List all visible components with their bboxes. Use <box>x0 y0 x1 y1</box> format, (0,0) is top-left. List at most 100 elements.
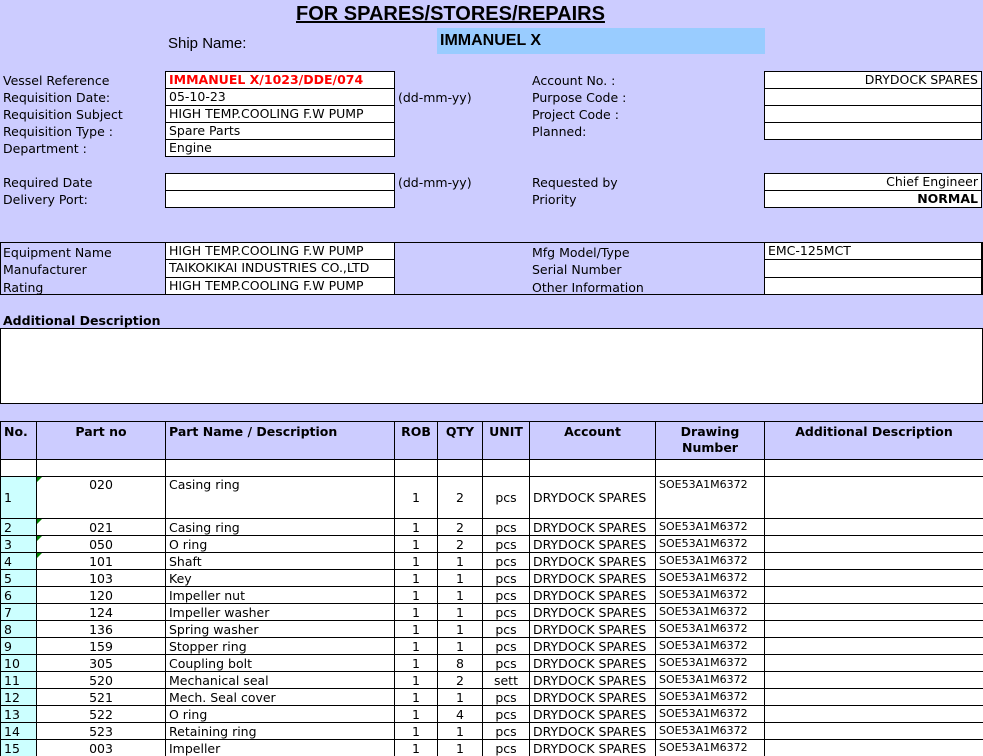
part-no-cell[interactable]: 021 <box>36 518 166 536</box>
rob-cell[interactable]: 1 <box>394 705 438 723</box>
delivery-port-cell[interactable] <box>165 190 395 208</box>
additional-description-cell[interactable] <box>764 688 983 706</box>
account-cell[interactable]: DRYDOCK SPARES <box>529 654 656 672</box>
drawing-number-cell[interactable]: SOE53A1M6372 <box>655 637 765 655</box>
part-name-cell[interactable]: Spring washer <box>165 620 395 638</box>
account-cell[interactable]: DRYDOCK SPARES <box>529 620 656 638</box>
row-number-cell[interactable]: 1 <box>0 476 37 519</box>
requisition-subject-cell[interactable]: HIGH TEMP.COOLING F.W PUMP <box>165 105 395 123</box>
drawing-number-cell[interactable]: SOE53A1M6372 <box>655 688 765 706</box>
part-name-cell[interactable]: O ring <box>165 705 395 723</box>
blank-cell[interactable] <box>0 459 37 477</box>
priority-cell[interactable]: NORMAL <box>764 190 982 208</box>
part-no-cell[interactable]: 020 <box>36 476 166 519</box>
rob-cell[interactable]: 1 <box>394 671 438 689</box>
department-cell[interactable]: Engine <box>165 139 395 157</box>
row-number-cell[interactable]: 7 <box>0 603 37 621</box>
qty-cell[interactable]: 1 <box>437 552 483 570</box>
additional-description-cell[interactable] <box>764 586 983 604</box>
account-cell[interactable]: DRYDOCK SPARES <box>529 637 656 655</box>
row-number-cell[interactable]: 2 <box>0 518 37 536</box>
unit-cell[interactable]: pcs <box>482 569 530 587</box>
account-cell[interactable]: DRYDOCK SPARES <box>529 569 656 587</box>
part-no-cell[interactable]: 159 <box>36 637 166 655</box>
account-no-cell[interactable]: DRYDOCK SPARES <box>764 71 982 89</box>
unit-cell[interactable]: pcs <box>482 620 530 638</box>
qty-cell[interactable]: 8 <box>437 654 483 672</box>
mfg-model-cell[interactable]: EMC-125MCT <box>764 242 982 260</box>
part-no-cell[interactable]: 521 <box>36 688 166 706</box>
part-name-cell[interactable]: O ring <box>165 535 395 553</box>
account-cell[interactable]: DRYDOCK SPARES <box>529 722 656 740</box>
additional-description-cell[interactable] <box>764 552 983 570</box>
qty-cell[interactable]: 1 <box>437 603 483 621</box>
part-no-cell[interactable]: 124 <box>36 603 166 621</box>
requisition-date-cell[interactable]: 05-10-23 <box>165 88 395 106</box>
rob-cell[interactable]: 1 <box>394 688 438 706</box>
project-code-cell[interactable] <box>764 105 982 123</box>
blank-cell[interactable] <box>764 459 983 477</box>
part-name-cell[interactable]: Impeller washer <box>165 603 395 621</box>
drawing-number-cell[interactable]: SOE53A1M6372 <box>655 671 765 689</box>
row-number-cell[interactable]: 10 <box>0 654 37 672</box>
account-cell[interactable]: DRYDOCK SPARES <box>529 535 656 553</box>
account-cell[interactable]: DRYDOCK SPARES <box>529 739 656 756</box>
part-no-cell[interactable]: 522 <box>36 705 166 723</box>
drawing-number-cell[interactable]: SOE53A1M6372 <box>655 603 765 621</box>
additional-description-cell[interactable] <box>764 671 983 689</box>
unit-cell[interactable]: pcs <box>482 476 530 519</box>
required-date-cell[interactable] <box>165 173 395 191</box>
unit-cell[interactable]: pcs <box>482 722 530 740</box>
ship-name-cell[interactable]: IMMANUEL X <box>437 28 765 54</box>
account-cell[interactable]: DRYDOCK SPARES <box>529 586 656 604</box>
row-number-cell[interactable]: 5 <box>0 569 37 587</box>
part-name-cell[interactable]: Shaft <box>165 552 395 570</box>
equipment-name-cell[interactable]: HIGH TEMP.COOLING F.W PUMP <box>165 242 395 260</box>
part-name-cell[interactable]: Impeller <box>165 739 395 756</box>
unit-cell[interactable]: pcs <box>482 739 530 756</box>
requested-by-cell[interactable]: Chief Engineer <box>764 173 982 191</box>
additional-description-cell[interactable] <box>764 603 983 621</box>
part-no-cell[interactable]: 120 <box>36 586 166 604</box>
row-number-cell[interactable]: 11 <box>0 671 37 689</box>
drawing-number-cell[interactable]: SOE53A1M6372 <box>655 722 765 740</box>
account-cell[interactable]: DRYDOCK SPARES <box>529 476 656 519</box>
part-name-cell[interactable]: Key <box>165 569 395 587</box>
rating-cell[interactable]: HIGH TEMP.COOLING F.W PUMP <box>165 277 395 295</box>
rob-cell[interactable]: 1 <box>394 739 438 756</box>
qty-cell[interactable]: 2 <box>437 671 483 689</box>
planned-cell[interactable] <box>764 122 982 140</box>
additional-description-cell[interactable] <box>764 518 983 536</box>
qty-cell[interactable]: 1 <box>437 688 483 706</box>
unit-cell[interactable]: sett <box>482 671 530 689</box>
row-number-cell[interactable]: 6 <box>0 586 37 604</box>
row-number-cell[interactable]: 9 <box>0 637 37 655</box>
rob-cell[interactable]: 1 <box>394 620 438 638</box>
account-cell[interactable]: DRYDOCK SPARES <box>529 552 656 570</box>
additional-description-box[interactable] <box>0 328 983 404</box>
rob-cell[interactable]: 1 <box>394 476 438 519</box>
additional-description-cell[interactable] <box>764 476 983 519</box>
additional-description-cell[interactable] <box>764 569 983 587</box>
part-name-cell[interactable]: Stopper ring <box>165 637 395 655</box>
part-no-cell[interactable]: 050 <box>36 535 166 553</box>
account-cell[interactable]: DRYDOCK SPARES <box>529 688 656 706</box>
unit-cell[interactable]: pcs <box>482 552 530 570</box>
additional-description-cell[interactable] <box>764 620 983 638</box>
rob-cell[interactable]: 1 <box>394 569 438 587</box>
part-name-cell[interactable]: Mech. Seal cover <box>165 688 395 706</box>
manufacturer-cell[interactable]: TAIKOKIKAI INDUSTRIES CO.,LTD <box>165 259 395 278</box>
blank-cell[interactable] <box>165 459 395 477</box>
purpose-code-cell[interactable] <box>764 88 982 106</box>
part-no-cell[interactable]: 520 <box>36 671 166 689</box>
account-cell[interactable]: DRYDOCK SPARES <box>529 705 656 723</box>
blank-cell[interactable] <box>482 459 530 477</box>
drawing-number-cell[interactable]: SOE53A1M6372 <box>655 552 765 570</box>
unit-cell[interactable]: pcs <box>482 603 530 621</box>
drawing-number-cell[interactable]: SOE53A1M6372 <box>655 654 765 672</box>
qty-cell[interactable]: 1 <box>437 569 483 587</box>
qty-cell[interactable]: 4 <box>437 705 483 723</box>
part-no-cell[interactable]: 101 <box>36 552 166 570</box>
row-number-cell[interactable]: 4 <box>0 552 37 570</box>
row-number-cell[interactable]: 14 <box>0 722 37 740</box>
